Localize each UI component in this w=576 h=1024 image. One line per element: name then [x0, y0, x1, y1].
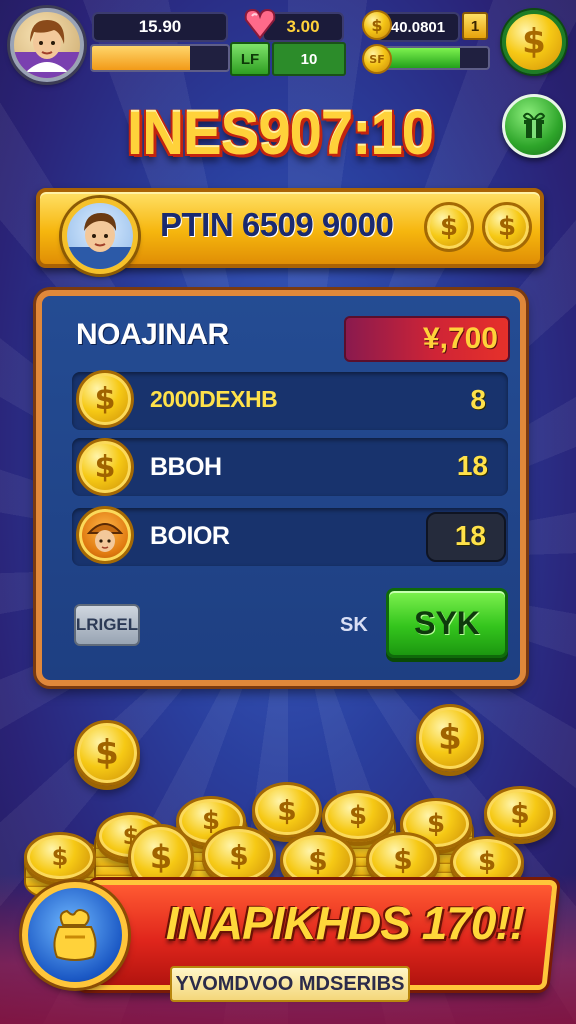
row-value: 18 — [456, 450, 488, 481]
game-title: INES907:10 — [127, 99, 434, 168]
dollar-coin-icon: $ — [76, 370, 134, 428]
level-value: 10 — [272, 42, 346, 76]
player-avatar[interactable] — [10, 8, 84, 82]
banner-coin-icon: $ — [424, 202, 474, 252]
gift-icon — [522, 112, 546, 138]
row-value: 18 — [454, 520, 486, 551]
coin-counter-icon: $ — [362, 10, 392, 40]
bottom-subtitle: YVOMDVOO MDSERIBS — [170, 966, 410, 1002]
reward-bag-icon — [53, 909, 97, 961]
panel-title: NOAJINAR — [76, 318, 229, 351]
bar-badge-icon: SF — [362, 44, 392, 74]
cancel-button[interactable]: LRIGEL — [74, 604, 140, 646]
dollar-coin-icon: $ — [416, 704, 484, 772]
player-avatar-icon — [14, 20, 80, 78]
dollar-coin-icon: $ — [484, 786, 556, 840]
total-badge: ¥,700 — [344, 316, 510, 362]
heart-gem-icon — [244, 6, 276, 40]
xp-bar-fill — [92, 46, 190, 70]
confirm-button[interactable]: SYK — [386, 588, 508, 658]
dollar-coin-icon: $ — [76, 438, 134, 496]
shop-coin-button[interactable]: $ — [502, 10, 566, 74]
dollar-coin-icon: $ — [202, 826, 276, 884]
coin-counter-value: 40.0801 — [390, 18, 446, 36]
banner-text: PTIN 6509 9000 — [160, 206, 394, 243]
banner-coin-icon: $ — [482, 202, 532, 252]
reward-bag-button[interactable] — [22, 882, 128, 988]
coin-counter-badge[interactable]: 1 — [462, 12, 488, 40]
banner-avatar — [62, 198, 138, 274]
row-label: 2000DEXHB — [150, 386, 278, 412]
hud-top-value: 15.90 — [92, 12, 228, 42]
row-value: 8 — [470, 384, 486, 415]
xp-bar — [90, 44, 230, 72]
row-label: BOIOR — [150, 522, 230, 550]
row-label: BBOH — [150, 453, 222, 481]
dollar-coin-icon: $ — [24, 832, 96, 882]
bottom-title: INAPIKHDS 170!! — [165, 897, 525, 949]
dollar-coin-icon: $ — [74, 720, 140, 786]
bonus-button[interactable] — [502, 94, 566, 158]
bag-avatar-icon — [76, 506, 134, 564]
player-avatar-icon — [67, 213, 133, 269]
gem-counter-value: 3.00 — [286, 17, 320, 36]
dollar-coin-icon: $ — [252, 782, 322, 838]
dollar-coin-icon: $ — [366, 832, 440, 886]
sk-label: SK — [340, 614, 368, 636]
level-badge: LF — [230, 42, 270, 76]
